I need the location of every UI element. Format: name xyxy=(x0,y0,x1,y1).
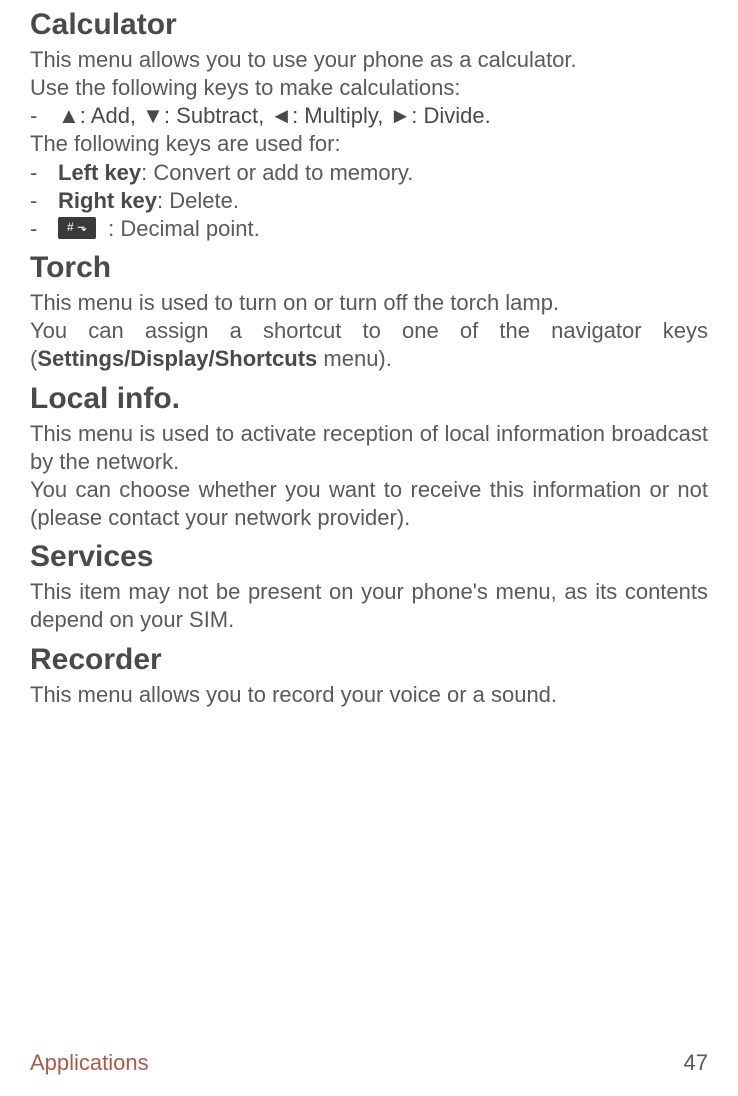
arrow-up-add: ▲: Add, xyxy=(58,103,142,128)
calculator-keys-intro: Use the following keys to make calculati… xyxy=(30,74,708,102)
calculator-key-usage-list: - Left key: Convert or add to memory. - … xyxy=(30,159,708,243)
bullet-dash: - xyxy=(30,159,58,187)
direction-keys-text: ▲: Add, ▼: Subtract, ◄: Multiply, ►: Div… xyxy=(58,102,491,130)
arrow-down-subtract: ▼: Subtract, xyxy=(142,103,270,128)
heading-recorder: Recorder xyxy=(30,643,708,677)
services-desc: This item may not be present on your pho… xyxy=(30,578,708,634)
local-info-desc-1: This menu is used to activate reception … xyxy=(30,420,708,476)
section-torch: Torch This menu is used to turn on or tu… xyxy=(30,251,708,373)
section-local-info: Local info. This menu is used to activat… xyxy=(30,382,708,533)
right-key-item: Right key: Delete. xyxy=(58,187,239,215)
page-footer: Applications 47 xyxy=(30,1050,708,1076)
list-item: - ▲: Add, ▼: Subtract, ◄: Multiply, ►: D… xyxy=(30,102,708,130)
calculator-keys-extra: The following keys are used for: xyxy=(30,130,708,158)
local-info-desc-2: You can choose whether you want to recei… xyxy=(30,476,708,532)
hash-key-item: # ⬎ : Decimal point. xyxy=(58,215,260,243)
recorder-desc: This menu allows you to record your voic… xyxy=(30,681,708,709)
left-key-item: Left key: Convert or add to memory. xyxy=(58,159,413,187)
list-item: - # ⬎ : Decimal point. xyxy=(30,215,708,243)
right-key-label: Right key xyxy=(58,188,157,213)
arrow-right-divide: ►: Divide. xyxy=(389,103,490,128)
arrow-left-multiply: ◄: Multiply, xyxy=(270,103,389,128)
torch-desc-1: This menu is used to turn on or turn off… xyxy=(30,289,708,317)
bullet-dash: - xyxy=(30,215,58,243)
torch-desc-2: You can assign a shortcut to one of the … xyxy=(30,317,708,373)
bullet-dash: - xyxy=(30,187,58,215)
list-item: - Left key: Convert or add to memory. xyxy=(30,159,708,187)
right-key-desc: : Delete. xyxy=(157,188,239,213)
calculator-operation-list: - ▲: Add, ▼: Subtract, ◄: Multiply, ►: D… xyxy=(30,102,708,130)
footer-page-number: 47 xyxy=(684,1050,708,1076)
section-recorder: Recorder This menu allows you to record … xyxy=(30,643,708,709)
section-calculator: Calculator This menu allows you to use y… xyxy=(30,8,708,243)
torch-shortcut-path: Settings/Display/Shortcuts xyxy=(37,346,317,371)
torch-p2-b: menu). xyxy=(317,346,392,371)
heading-calculator: Calculator xyxy=(30,8,708,42)
section-services: Services This item may not be present on… xyxy=(30,540,708,634)
list-item: - Right key: Delete. xyxy=(30,187,708,215)
heading-services: Services xyxy=(30,540,708,574)
calculator-intro: This menu allows you to use your phone a… xyxy=(30,46,708,74)
heading-torch: Torch xyxy=(30,251,708,285)
left-key-label: Left key xyxy=(58,160,141,185)
hash-key-desc: : Decimal point. xyxy=(102,216,260,241)
hash-key-icon: # ⬎ xyxy=(58,217,96,239)
footer-section-name: Applications xyxy=(30,1050,149,1076)
heading-local-info: Local info. xyxy=(30,382,708,416)
left-key-desc: : Convert or add to memory. xyxy=(141,160,413,185)
bullet-dash: - xyxy=(30,102,58,130)
